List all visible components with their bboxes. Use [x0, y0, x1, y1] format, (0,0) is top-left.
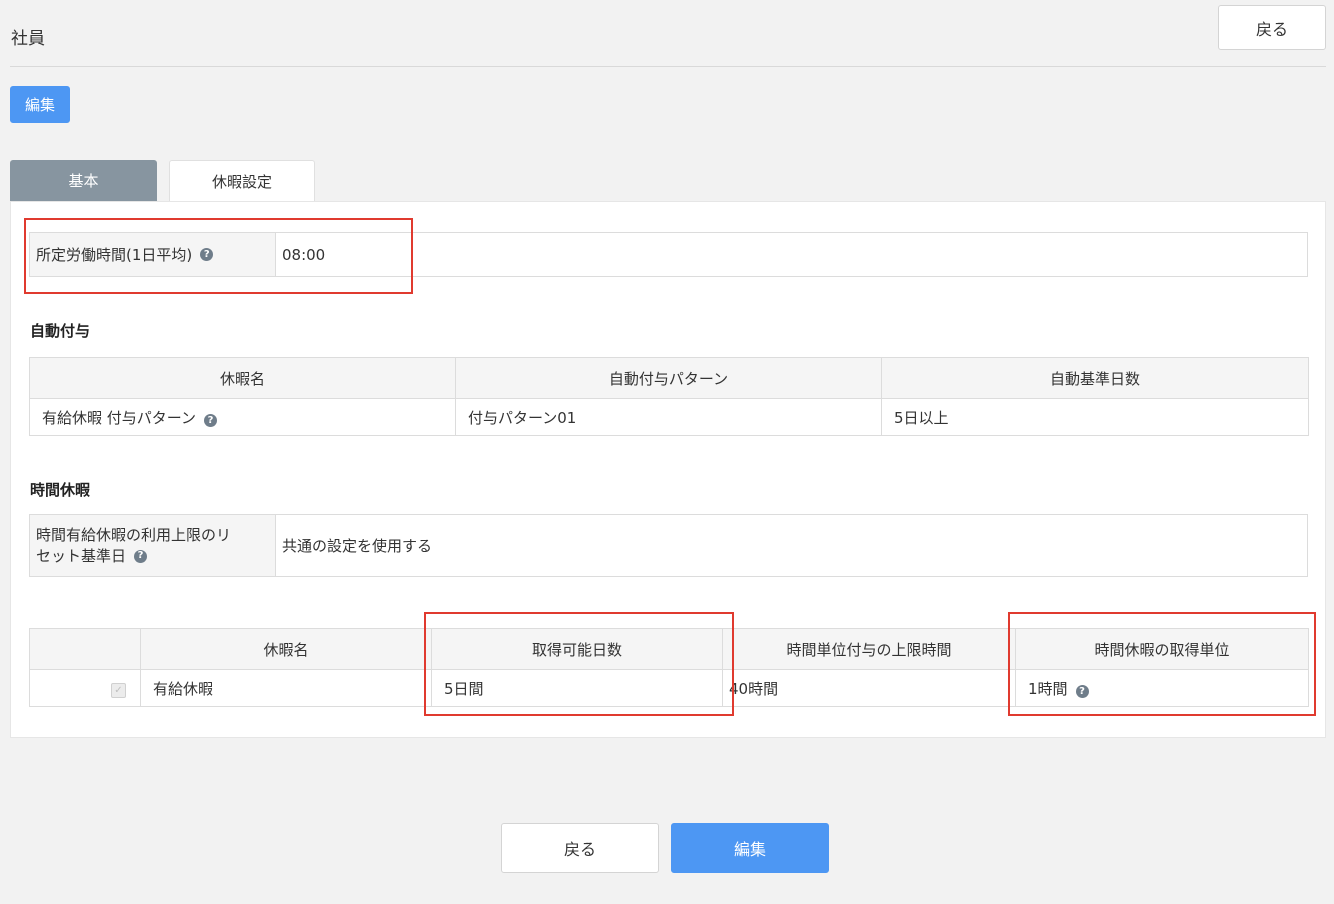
col-header-leave-name: 休暇名 [140, 628, 432, 670]
help-icon[interactable]: ? [134, 549, 148, 563]
header-divider [10, 66, 1326, 67]
highlight-box-unit [1008, 612, 1316, 716]
col-header-auto-days: 自動基準日数 [881, 357, 1309, 399]
hourly-leave-label-line2-wrap: セット基準日? [36, 546, 148, 567]
table-row: 有給休暇 付与パターン? 付与パターン01 5日以上 [29, 398, 1309, 436]
help-icon[interactable]: ? [204, 414, 218, 427]
auto-grant-leave-name: 有給休暇 付与パターン? [29, 398, 456, 436]
back-button-bottom[interactable]: 戻る [501, 823, 659, 873]
tab-basic[interactable]: 基本 [10, 160, 157, 201]
col-header-hour-limit: 時間単位付与の上限時間 [722, 628, 1016, 670]
auto-grant-header-row: 休暇名 自動付与パターン 自動基準日数 [29, 357, 1309, 399]
row-checkbox-cell: ✓ [29, 669, 141, 707]
highlight-box-available-days [424, 612, 734, 716]
edit-button-bottom[interactable]: 編集 [671, 823, 829, 873]
checkbox-disabled: ✓ [111, 682, 126, 698]
col-header-leave-name: 休暇名 [29, 357, 456, 399]
auto-grant-table: 休暇名 自動付与パターン 自動基準日数 有給休暇 付与パターン? 付与パターン0… [29, 357, 1309, 436]
hourly-leave-label-line2: セット基準日 [36, 546, 127, 565]
highlight-box-work-hours [24, 218, 413, 294]
hour-limit: 40時間 [722, 669, 1016, 707]
auto-grant-days: 5日以上 [881, 398, 1309, 436]
auto-grant-title: 自動付与 [30, 322, 91, 340]
hourly-leave-title: 時間休暇 [30, 481, 91, 499]
edit-button-top[interactable]: 編集 [10, 86, 70, 123]
tab-leave-settings[interactable]: 休暇設定 [169, 160, 315, 202]
page-title: 社員 [11, 29, 45, 49]
auto-grant-pattern: 付与パターン01 [455, 398, 882, 436]
hourly-leave-row: 時間有給休暇の利用上限のリ セット基準日? 共通の設定を使用する [29, 514, 1308, 577]
hourly-leave-label-line1: 時間有給休暇の利用上限のリ [36, 525, 232, 544]
auto-grant-leave-name-text: 有給休暇 付与パターン [42, 408, 197, 427]
back-button-top[interactable]: 戻る [1218, 5, 1326, 50]
col-header-checkbox [29, 628, 141, 670]
hourly-leave-value: 共通の設定を使用する [282, 537, 433, 555]
leave-name: 有給休暇 [140, 669, 432, 707]
col-header-auto-pattern: 自動付与パターン [455, 357, 882, 399]
hourly-leave-label-cell: 時間有給休暇の利用上限のリ セット基準日? [30, 515, 276, 576]
